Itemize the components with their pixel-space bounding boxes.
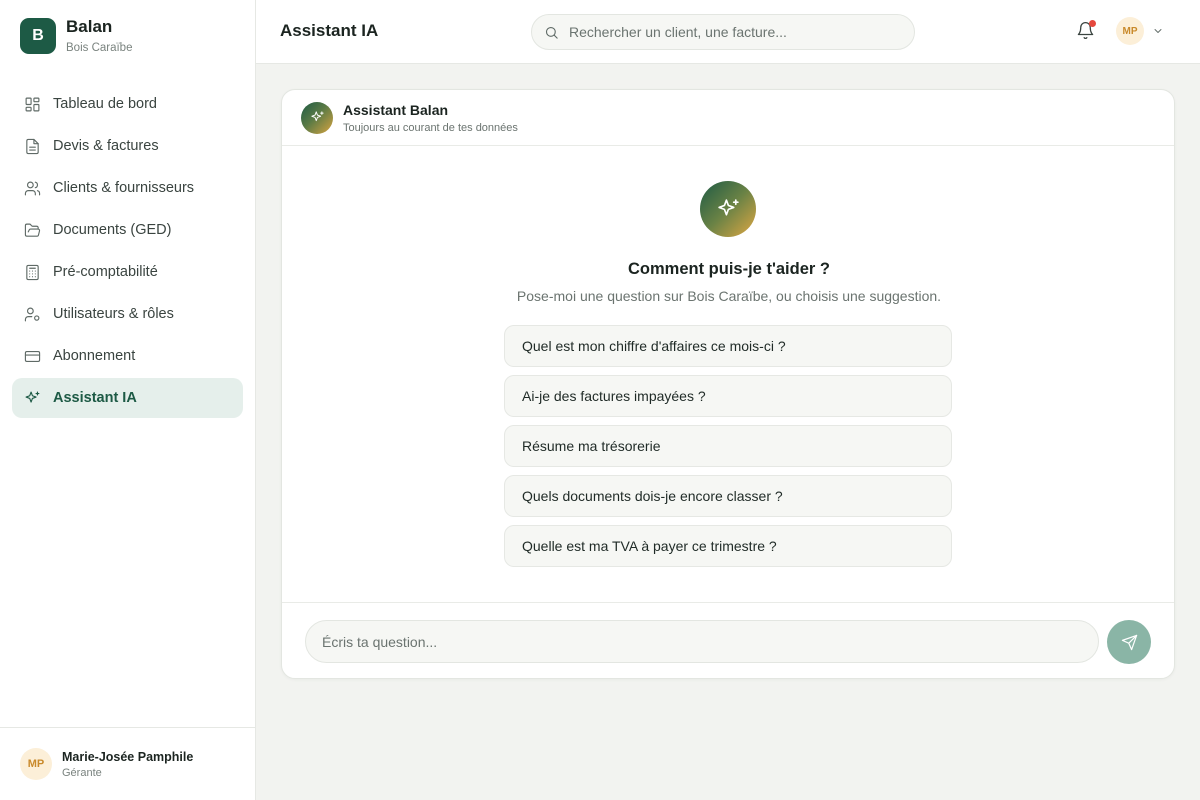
sidebar-item-clients-suppliers[interactable]: Clients & fournisseurs — [12, 168, 243, 208]
message-input[interactable] — [305, 620, 1099, 663]
chat-title: Assistant Balan — [343, 101, 449, 118]
sidebar-nav: Tableau de bord Devis & factures Clients… — [12, 84, 243, 420]
user-cog-icon — [24, 307, 40, 321]
avatar: MP — [1116, 17, 1144, 45]
welcome-title: Comment puis-je t'aider ? — [628, 260, 830, 278]
notifications-button[interactable] — [1076, 20, 1096, 43]
brand[interactable]: B Balan Bois Caraïbe — [20, 18, 132, 54]
suggestion-button[interactable]: Quel est mon chiffre d'affaires ce mois-… — [504, 325, 952, 367]
sparkles-icon — [717, 198, 739, 216]
suggestion-button[interactable]: Quelle est ma TVA à payer ce trimestre ? — [504, 525, 952, 567]
chat-subtitle: Toujours au courant de tes données — [343, 121, 518, 134]
suggestion-button[interactable]: Ai-je des factures impayées ? — [504, 375, 952, 417]
calculator-icon — [26, 264, 39, 280]
file-text-icon — [26, 138, 39, 154]
avatar: MP — [20, 748, 52, 780]
brand-name: Balan — [66, 17, 113, 36]
chevron-down-icon — [1154, 29, 1162, 33]
search-input[interactable] — [569, 24, 889, 40]
page-title: Assistant IA — [280, 21, 379, 40]
credit-card-icon — [24, 350, 41, 362]
notification-dot — [1089, 20, 1096, 27]
sidebar-item-dashboard[interactable]: Tableau de bord — [12, 84, 243, 124]
message-composer — [282, 602, 1174, 678]
sidebar-item-ai-assistant[interactable]: Assistant IA — [12, 378, 243, 418]
sidebar-item-pre-accounting[interactable]: Pré-comptabilité — [12, 252, 243, 292]
sparkles-icon — [25, 391, 40, 403]
send-button[interactable] — [1107, 620, 1151, 664]
user-profile-footer[interactable]: MP Marie-Josée Pamphile Gérante — [0, 727, 255, 800]
suggestion-button[interactable]: Quels documents dois-je encore classer ? — [504, 475, 952, 517]
sidebar-item-label: Clients & fournisseurs — [53, 180, 195, 196]
sidebar-item-label: Tableau de bord — [53, 96, 157, 112]
users-icon — [24, 181, 41, 195]
sidebar-item-users-roles[interactable]: Utilisateurs & rôles — [12, 294, 243, 334]
brand-subtitle: Bois Caraïbe — [66, 42, 133, 54]
sidebar-item-label: Abonnement — [53, 348, 136, 364]
sidebar-item-subscription[interactable]: Abonnement — [12, 336, 243, 376]
suggestion-list: Quel est mon chiffre d'affaires ce mois-… — [504, 325, 952, 575]
sidebar-item-quotes-invoices[interactable]: Devis & factures — [12, 126, 243, 166]
welcome-icon — [700, 181, 756, 237]
search-icon — [545, 26, 558, 39]
brand-logo: B — [20, 18, 56, 54]
send-icon — [1121, 634, 1137, 650]
dashboard-icon — [25, 97, 40, 111]
chat-panel: Assistant Balan Toujours au courant de t… — [281, 89, 1175, 679]
sparkles-icon — [310, 111, 324, 122]
sidebar-item-documents[interactable]: Documents (GED) — [12, 210, 243, 250]
sidebar-item-label: Documents (GED) — [53, 222, 172, 238]
topbar: Assistant IA MP — [256, 0, 1200, 64]
folder-open-icon — [24, 223, 41, 237]
assistant-avatar — [301, 101, 333, 134]
sidebar-item-label: Utilisateurs & rôles — [53, 306, 174, 322]
user-role: Gérante — [62, 766, 102, 779]
profile-menu-button[interactable]: MP — [1116, 17, 1164, 45]
sidebar-item-label: Devis & factures — [53, 138, 159, 154]
welcome-subtitle: Pose-moi une question sur Bois Caraïbe, … — [516, 288, 942, 304]
sidebar: B Balan Bois Caraïbe Tableau de bord Dev… — [0, 0, 256, 800]
sidebar-item-label: Pré-comptabilité — [53, 264, 158, 280]
search-bar[interactable] — [531, 14, 915, 50]
sidebar-item-label: Assistant IA — [53, 390, 137, 406]
suggestion-button[interactable]: Résume ma trésorerie — [504, 425, 952, 467]
chat-header: Assistant Balan Toujours au courant de t… — [282, 90, 1174, 146]
user-name: Marie-Josée Pamphile — [62, 749, 194, 764]
